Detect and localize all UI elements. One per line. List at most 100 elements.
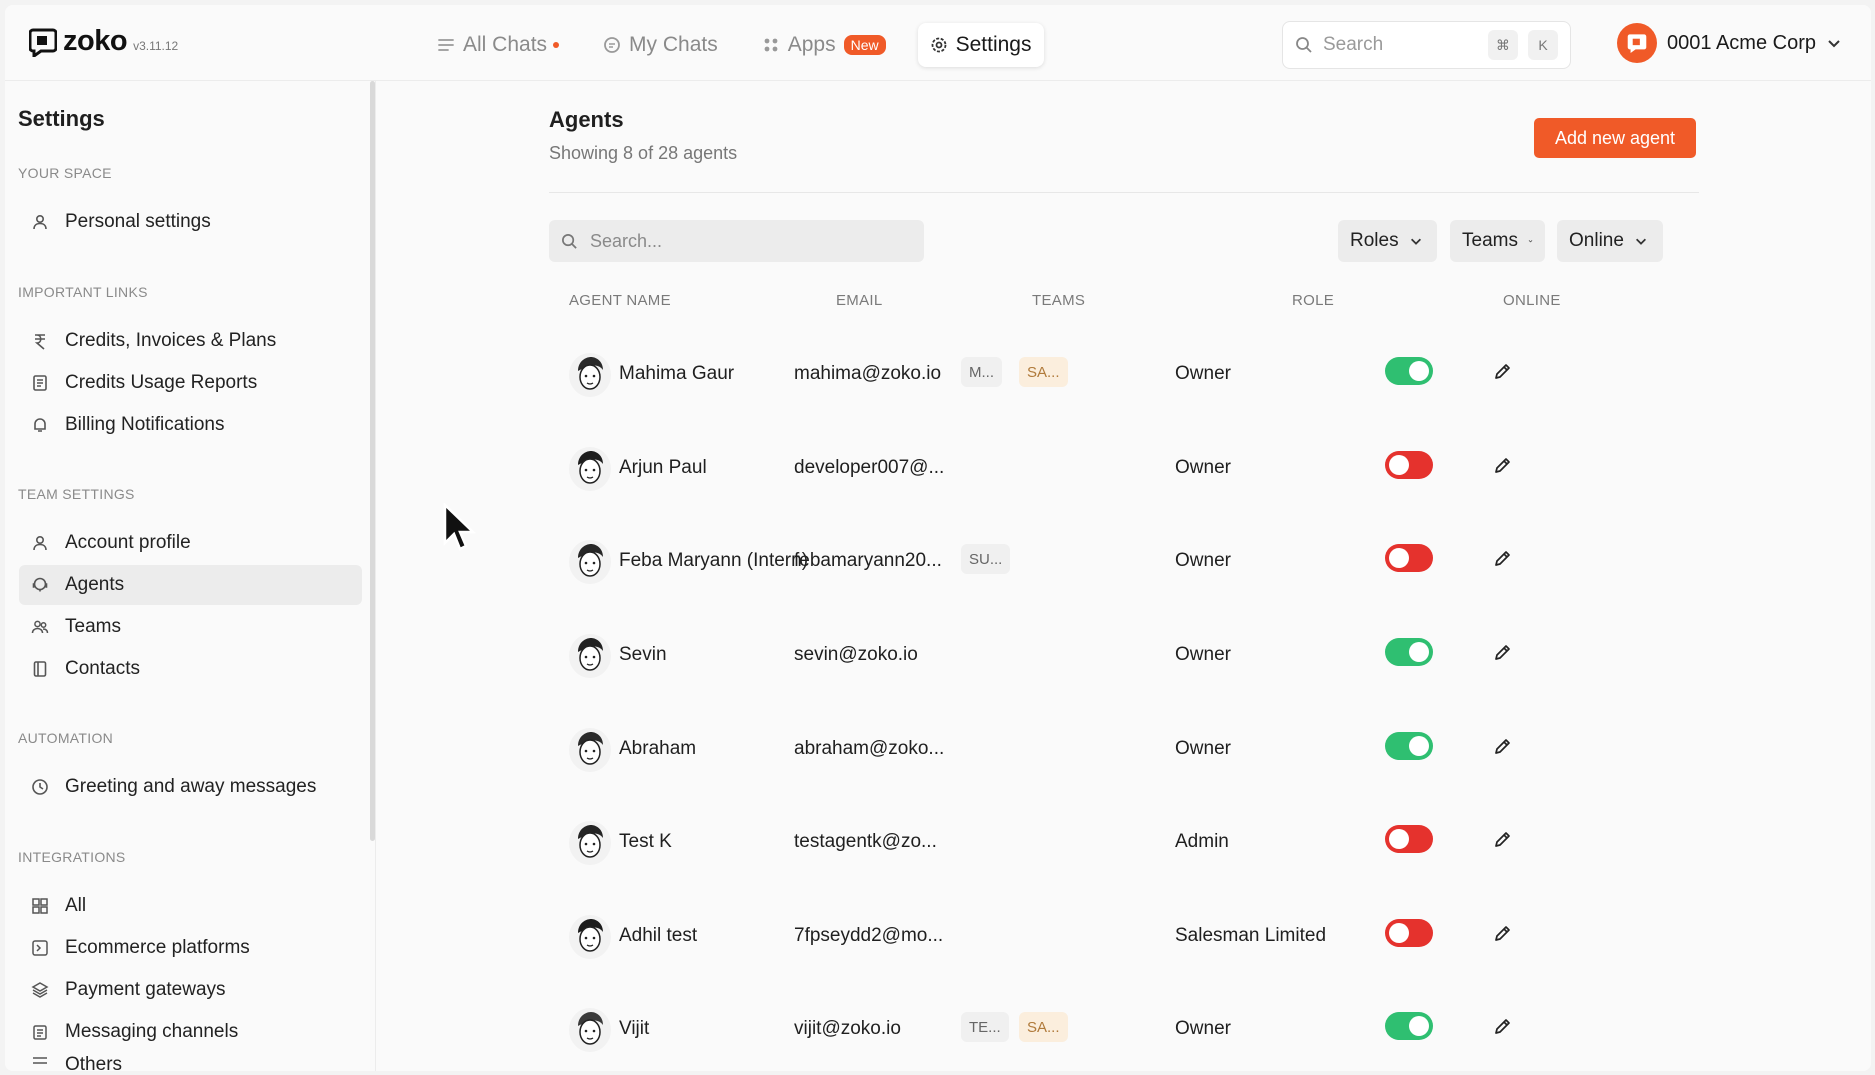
- pencil-icon: [1495, 739, 1510, 754]
- table-row[interactable]: Abraham abraham@zoko... Owner: [549, 720, 1699, 780]
- table-row[interactable]: Feba Maryann (Intern) febamaryann20... SU.…: [549, 532, 1699, 592]
- table-row[interactable]: Sevin sevin@zoko.io Owner: [549, 626, 1699, 686]
- global-search-input[interactable]: Search ⌘ K: [1282, 21, 1571, 69]
- sidebar-item-others[interactable]: Others: [19, 1054, 362, 1071]
- column-header-teams[interactable]: TEAMS: [1032, 292, 1085, 309]
- column-header-email[interactable]: EMAIL: [836, 292, 883, 309]
- toggle-knob: [1409, 361, 1429, 381]
- online-toggle[interactable]: [1385, 825, 1433, 853]
- sidebar-item-greeting-away[interactable]: Greeting and away messages: [19, 767, 362, 807]
- sidebar-item-payment-gateways[interactable]: Payment gateways: [19, 970, 362, 1010]
- sidebar-item-label: All: [65, 895, 87, 916]
- online-filter[interactable]: Online: [1557, 220, 1663, 262]
- sidebar-item-contacts[interactable]: Contacts: [19, 649, 362, 689]
- search-placeholder: Search: [1323, 34, 1384, 55]
- roles-filter[interactable]: Roles: [1338, 220, 1437, 262]
- column-header-role[interactable]: ROLE: [1292, 292, 1334, 309]
- agent-name: Feba Maryann (Intern): [619, 550, 809, 571]
- agent-role: Owner: [1175, 550, 1231, 571]
- agent-email: developer007@...: [794, 457, 945, 478]
- terminal-icon: [32, 940, 48, 956]
- team-tag: M...: [961, 357, 1002, 387]
- agent-name: Vijit: [619, 1018, 650, 1039]
- sidebar-scrollbar[interactable]: [370, 81, 375, 841]
- sidebar-item-personal-settings[interactable]: Personal settings: [19, 202, 362, 242]
- column-header-agent-name[interactable]: AGENT NAME: [569, 292, 671, 309]
- edit-agent-button[interactable]: [1493, 829, 1513, 849]
- sidebar-item-label: Payment gateways: [65, 979, 226, 1000]
- column-header-online[interactable]: ONLINE: [1503, 292, 1561, 309]
- sidebar-item-all-integrations[interactable]: All: [19, 886, 362, 926]
- sidebar-item-label: Personal settings: [65, 211, 211, 232]
- sidebar-item-agents[interactable]: Agents: [19, 565, 362, 605]
- sidebar-item-teams[interactable]: Teams: [19, 607, 362, 647]
- section-integrations: INTEGRATIONS: [18, 849, 126, 865]
- online-toggle[interactable]: [1385, 357, 1433, 385]
- toggle-knob: [1409, 642, 1429, 662]
- agent-role: Owner: [1175, 738, 1231, 759]
- sidebar-item-credits-usage[interactable]: Credits Usage Reports: [19, 363, 362, 403]
- nav-label: Settings: [955, 33, 1032, 56]
- agents-page: Agents Showing 8 of 28 agents Add new ag…: [377, 81, 1871, 1071]
- agent-role: Owner: [1175, 457, 1231, 478]
- add-new-agent-button[interactable]: Add new agent: [1534, 118, 1696, 158]
- nav-settings[interactable]: Settings: [917, 23, 1044, 67]
- pencil-icon: [1495, 551, 1510, 566]
- account-switcher[interactable]: 0001 Acme Corp: [1617, 23, 1842, 63]
- table-row[interactable]: Test K testagentk@zo... Admin: [549, 813, 1699, 873]
- chevron-down-icon: [1635, 238, 1646, 245]
- table-row[interactable]: Arjun Paul developer007@... Owner: [549, 439, 1699, 499]
- clock-icon: [32, 779, 48, 795]
- agent-search-input[interactable]: Search...: [549, 220, 924, 262]
- online-toggle[interactable]: [1385, 638, 1433, 666]
- sidebar-item-label: Credits, Invoices & Plans: [65, 330, 277, 351]
- agent-email: vijit@zoko.io: [794, 1018, 901, 1039]
- sidebar-item-account-profile[interactable]: Account profile: [19, 523, 362, 563]
- unread-dot: [553, 42, 560, 48]
- edit-agent-button[interactable]: [1493, 361, 1513, 381]
- edit-agent-button[interactable]: [1493, 923, 1513, 943]
- online-toggle[interactable]: [1385, 732, 1433, 760]
- online-toggle[interactable]: [1385, 544, 1433, 572]
- nav-label: My Chats: [629, 33, 718, 56]
- sidebar-item-ecommerce[interactable]: Ecommerce platforms: [19, 928, 362, 968]
- chat-icon: [604, 37, 620, 53]
- teams-filter[interactable]: Teams: [1450, 220, 1545, 262]
- agent-role: Owner: [1175, 1018, 1231, 1039]
- avatar: [569, 1008, 611, 1052]
- edit-agent-button[interactable]: [1493, 548, 1513, 568]
- filter-label: Teams: [1462, 230, 1518, 251]
- team-tag: TE...: [961, 1012, 1009, 1042]
- toggle-knob: [1389, 455, 1409, 475]
- edit-agent-button[interactable]: [1493, 1016, 1513, 1036]
- user-icon: [33, 535, 47, 551]
- sidebar-item-messaging-channels[interactable]: Messaging channels: [19, 1012, 362, 1052]
- agent-email: mahima@zoko.io: [794, 363, 942, 384]
- logo[interactable]: zoko v3.11.12: [29, 25, 178, 58]
- online-toggle[interactable]: [1385, 1012, 1433, 1040]
- edit-agent-button[interactable]: [1493, 642, 1513, 662]
- nav-apps[interactable]: Apps New: [750, 23, 898, 67]
- app-window: zoko v3.11.12 All Chats My Chats Apps Ne…: [5, 5, 1871, 1071]
- nav-all-chats[interactable]: All Chats: [425, 23, 571, 67]
- sidebar-item-billing-notifications[interactable]: Billing Notifications: [19, 405, 362, 445]
- page-title: Agents: [549, 107, 624, 132]
- edit-agent-button[interactable]: [1493, 455, 1513, 475]
- agent-name: Mahima Gaur: [619, 363, 735, 384]
- avatar: [569, 447, 611, 491]
- gear-icon: [931, 37, 947, 53]
- table-row[interactable]: Mahima Gaur mahima@zoko.io M... SA... Owner: [549, 345, 1699, 405]
- table-row[interactable]: Vijit vijit@zoko.io TE... SA... Owner: [549, 1000, 1699, 1060]
- search-icon: [562, 233, 577, 249]
- agent-email: 7fpseydd2@mo...: [794, 925, 944, 946]
- agent-role: Owner: [1175, 644, 1231, 665]
- bell-icon: [34, 418, 46, 432]
- edit-agent-button[interactable]: [1493, 736, 1513, 756]
- list-icon: [438, 39, 454, 51]
- nav-my-chats[interactable]: My Chats: [591, 23, 730, 67]
- online-toggle[interactable]: [1385, 451, 1433, 479]
- avatar: [569, 353, 611, 397]
- online-toggle[interactable]: [1385, 919, 1433, 947]
- table-row[interactable]: Adhil test 7fpseydd2@mo... Salesman Limite…: [549, 907, 1699, 967]
- sidebar-item-credits-invoices[interactable]: Credits, Invoices & Plans: [19, 321, 362, 361]
